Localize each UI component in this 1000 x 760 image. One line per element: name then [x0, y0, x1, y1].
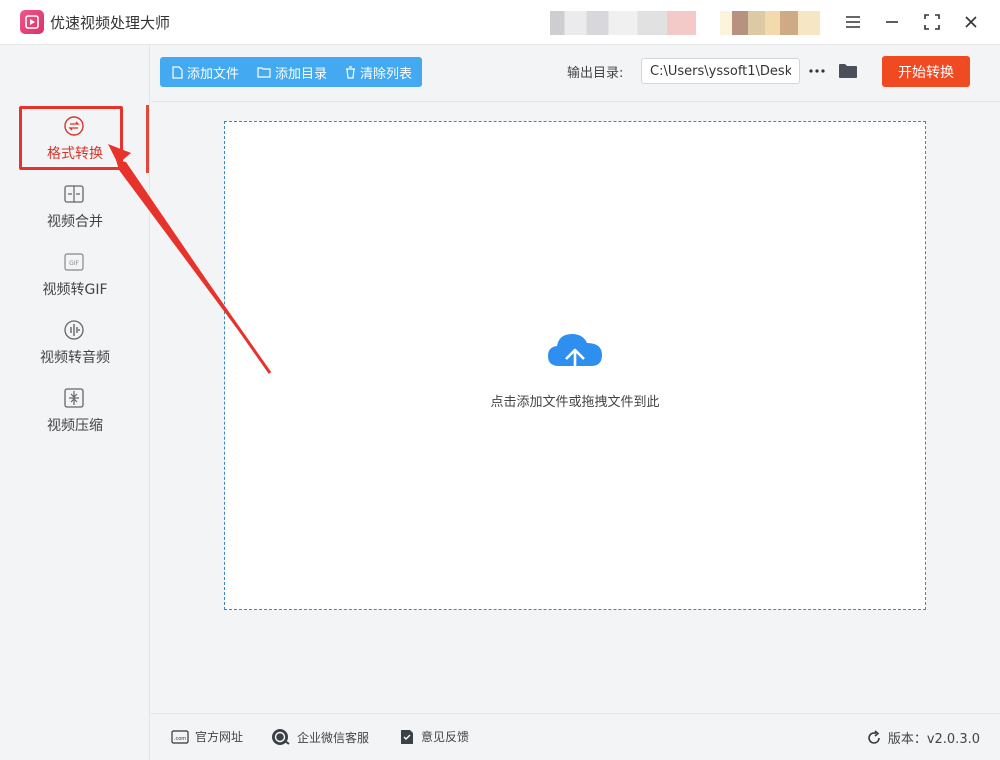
- drop-hint-text: 点击添加文件或拖拽文件到此: [490, 395, 660, 410]
- add-file-button[interactable]: 添加文件: [160, 57, 245, 87]
- file-drop-zone[interactable]: 点击添加文件或拖拽文件到此: [224, 121, 926, 610]
- website-icon: .com: [171, 729, 189, 744]
- divider: [151, 101, 1000, 102]
- menu-icon[interactable]: [840, 9, 866, 35]
- feedback-link[interactable]: 意见反馈: [399, 728, 469, 745]
- sidebar-item-video-to-gif[interactable]: GIF 视频转GIF: [0, 243, 150, 307]
- wechat-support-link[interactable]: 企业微信客服: [271, 728, 369, 746]
- cloud-upload-icon: [548, 334, 602, 382]
- sidebar: 格式转换 视频合并 GIF 视频转GIF 视频转音频 视频压缩: [0, 45, 150, 760]
- sidebar-item-label: 视频压缩: [47, 418, 103, 434]
- audio-icon: [63, 319, 85, 341]
- compress-icon: [63, 387, 85, 409]
- title-bar: 优速视频处理大师: [0, 0, 1000, 45]
- sidebar-item-label: 视频合并: [47, 214, 103, 230]
- blurred-avatar: [720, 11, 820, 35]
- blurred-user-info: [550, 11, 696, 35]
- version-info[interactable]: 版本：v2.0.3.0: [866, 728, 980, 747]
- video-merge-icon: [63, 183, 85, 205]
- add-folder-button[interactable]: 添加目录: [245, 57, 333, 87]
- app-logo-icon: [20, 10, 44, 34]
- feedback-icon: [401, 729, 413, 744]
- output-dir-input[interactable]: [641, 58, 800, 84]
- sidebar-item-label: 视频转音频: [40, 350, 110, 366]
- trash-icon: [346, 65, 356, 79]
- output-dir-label: 输出目录:: [567, 66, 624, 81]
- svg-text:GIF: GIF: [69, 260, 79, 267]
- open-folder-icon[interactable]: [836, 58, 860, 84]
- folder-outline-icon: [257, 67, 271, 78]
- more-options-icon[interactable]: [806, 58, 828, 84]
- start-convert-button[interactable]: 开始转换: [882, 56, 970, 87]
- official-website-link[interactable]: .com 官方网址: [171, 728, 243, 745]
- svg-text:.com: .com: [174, 736, 186, 742]
- sidebar-item-video-merge[interactable]: 视频合并: [0, 175, 150, 239]
- wechat-icon: [272, 729, 290, 745]
- minimize-icon[interactable]: [879, 9, 905, 35]
- file-icon: [172, 65, 183, 79]
- gif-icon: GIF: [63, 251, 85, 273]
- sidebar-item-format-convert[interactable]: 格式转换: [0, 107, 150, 171]
- sidebar-item-video-to-audio[interactable]: 视频转音频: [0, 311, 150, 375]
- file-toolbar: 添加文件 添加目录 清除列表: [160, 57, 422, 87]
- clear-list-button[interactable]: 清除列表: [333, 57, 418, 87]
- maximize-icon[interactable]: [919, 9, 945, 35]
- close-icon[interactable]: [958, 9, 984, 35]
- sidebar-item-label: 格式转换: [47, 146, 103, 162]
- footer: .com 官方网址 企业微信客服 意见反馈 版本：v2.0.3.0: [151, 713, 1000, 760]
- sidebar-item-label: 视频转GIF: [42, 282, 108, 298]
- sidebar-item-video-compress[interactable]: 视频压缩: [0, 379, 150, 443]
- format-convert-icon: [63, 115, 85, 137]
- app-title: 优速视频处理大师: [50, 14, 171, 32]
- refresh-icon: [868, 729, 880, 744]
